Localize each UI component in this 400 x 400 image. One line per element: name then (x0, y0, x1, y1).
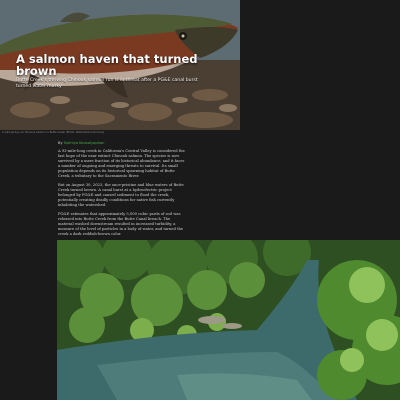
hero-image: A salmon haven that turned brown Butte C… (0, 0, 240, 130)
byline-prefix: By (58, 141, 63, 145)
article-title: A salmon haven that turned brown (16, 52, 198, 78)
river-photo-icon (57, 240, 400, 400)
author-link[interactable]: Sukhiya Kausalyaphan (64, 141, 105, 145)
paragraph: PG&E estimates that approximately 5,000 … (58, 212, 184, 236)
photo-credit: A wild spring-run Chinook salmon in Butt… (2, 131, 105, 134)
article-body: A 93-mile-long creek in California's Cen… (58, 149, 186, 241)
article-subtitle: Butte Creek's thriving Chinook salmon ru… (16, 78, 198, 89)
paragraph: A 93-mile-long creek in California's Cen… (58, 149, 185, 178)
river-image (57, 240, 400, 400)
byline: By Sukhiya Kausalyaphan (58, 141, 104, 145)
paragraph: But on August 30, 2023, the once-pristin… (58, 183, 184, 207)
